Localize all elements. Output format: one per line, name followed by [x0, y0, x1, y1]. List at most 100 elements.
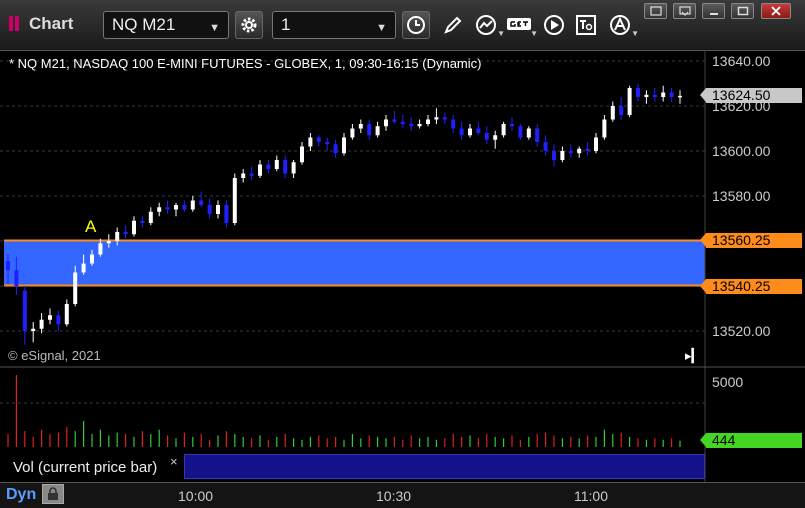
- ts-icon: [576, 15, 596, 35]
- time-axis[interactable]: Dyn 10:00 10:30 11:00: [0, 482, 805, 508]
- interval-combo[interactable]: 1 ▼: [272, 11, 396, 39]
- chevron-down-icon[interactable]: ▼: [209, 19, 220, 37]
- replay-tool[interactable]: [540, 11, 568, 39]
- restore-button[interactable]: [673, 3, 696, 19]
- candle-body: [90, 254, 94, 264]
- price-chart[interactable]: [0, 50, 805, 482]
- candle-body: [384, 119, 388, 127]
- candle-body: [64, 304, 69, 325]
- candle-body: [291, 162, 296, 174]
- scroll-to-end-icon[interactable]: ▸▎: [685, 348, 702, 364]
- marker-a-label[interactable]: A: [85, 217, 96, 237]
- interval-value[interactable]: 1: [281, 15, 290, 34]
- candle-body: [510, 124, 514, 127]
- candle-body: [560, 151, 565, 160]
- study-label[interactable]: Vol (current price bar): [13, 459, 157, 476]
- candle-body: [577, 148, 582, 154]
- get-data-tool[interactable]: ▼: [505, 11, 538, 39]
- candle-body: [484, 133, 489, 140]
- volume-axis-label: 5000: [712, 374, 744, 390]
- get-icon: [507, 18, 531, 30]
- candle-body: [207, 205, 212, 214]
- time-and-sales-tool[interactable]: [572, 11, 600, 39]
- candle-body: [493, 135, 498, 140]
- current-price-tag: 13624.50: [700, 88, 802, 103]
- close-button[interactable]: [761, 3, 791, 19]
- minimize-icon: [709, 13, 718, 15]
- restore-icon: [678, 6, 691, 16]
- maximize-button[interactable]: [731, 3, 754, 19]
- dropdown-arrow-icon[interactable]: ▼: [497, 29, 505, 38]
- dropdown-arrow-icon[interactable]: ▼: [631, 29, 639, 38]
- studies-tool[interactable]: ▼: [472, 11, 505, 39]
- candle-body: [476, 128, 481, 133]
- candle-body: [652, 94, 657, 97]
- chart-description: * NQ M21, NASDAQ 100 E-MINI FUTURES - GL…: [9, 56, 482, 71]
- candle-body: [350, 128, 355, 138]
- symbol-combo[interactable]: NQ M21 ▼: [103, 11, 229, 39]
- price-label: 13580.00: [712, 188, 771, 204]
- draw-pen-tool[interactable]: [439, 11, 467, 39]
- candle-body: [325, 142, 330, 145]
- candle-body: [661, 92, 666, 97]
- interval-clock-button[interactable]: [402, 11, 430, 39]
- candle-body: [98, 243, 103, 255]
- candle-body: [501, 124, 506, 136]
- candle-body: [174, 205, 178, 210]
- time-tick: 10:30: [376, 488, 412, 504]
- chevron-down-icon[interactable]: ▼: [376, 19, 387, 37]
- study-close-icon[interactable]: ×: [170, 454, 178, 469]
- candle-body: [241, 173, 246, 178]
- candle-body: [308, 137, 313, 147]
- gear-icon: [241, 17, 257, 33]
- pencil-icon: [444, 16, 462, 34]
- candle-body: [468, 128, 472, 136]
- candle-body: [434, 117, 439, 120]
- candlestick-series: [6, 83, 682, 345]
- candle-body: [73, 272, 78, 304]
- candle-body: [140, 220, 145, 223]
- symbol-settings-button[interactable]: [235, 11, 263, 39]
- candle-body: [552, 151, 556, 160]
- candle-body: [333, 144, 338, 154]
- candle-body: [165, 207, 170, 210]
- study-value-panel: [184, 454, 705, 479]
- clock-icon: [407, 16, 425, 34]
- candle-body: [451, 119, 456, 129]
- candle-body: [283, 160, 288, 174]
- help-button[interactable]: [644, 3, 667, 19]
- title-bar: Chart NQ M21 ▼ 1 ▼ ▼ ▼ ▼: [0, 0, 805, 51]
- zone-high-tag: 13560.25: [700, 233, 802, 248]
- candle-body: [258, 164, 262, 176]
- dropdown-arrow-icon[interactable]: ▼: [530, 29, 538, 38]
- time-tick: 11:00: [574, 488, 608, 504]
- candle-body: [678, 95, 682, 98]
- candle-body: [157, 207, 162, 212]
- candle-body: [367, 124, 372, 136]
- dynamic-mode-label[interactable]: Dyn: [6, 486, 36, 504]
- price-label: 13640.00: [712, 53, 771, 69]
- candle-body: [426, 119, 430, 124]
- candle-body: [106, 241, 111, 244]
- price-label: 13520.00: [712, 323, 771, 339]
- candle-body: [644, 94, 649, 97]
- candle-body: [669, 92, 674, 97]
- candle-body: [518, 126, 523, 138]
- candle-body: [81, 263, 86, 273]
- candle-body: [39, 319, 44, 329]
- minimize-button[interactable]: [702, 3, 725, 19]
- lock-icon[interactable]: [42, 484, 64, 504]
- window-title: Chart: [29, 14, 74, 33]
- candle-body: [266, 164, 271, 169]
- study-line-icon: [476, 15, 496, 35]
- candle-body: [400, 121, 405, 124]
- candle-body: [216, 205, 220, 214]
- alerts-tool[interactable]: ▼: [606, 11, 639, 39]
- symbol-value[interactable]: NQ M21: [112, 15, 175, 34]
- candle-body: [6, 261, 10, 271]
- candle-body: [232, 178, 237, 223]
- candle-body: [610, 106, 615, 120]
- play-icon: [544, 15, 564, 35]
- help-box-icon: [649, 6, 662, 16]
- candle-body: [300, 146, 304, 163]
